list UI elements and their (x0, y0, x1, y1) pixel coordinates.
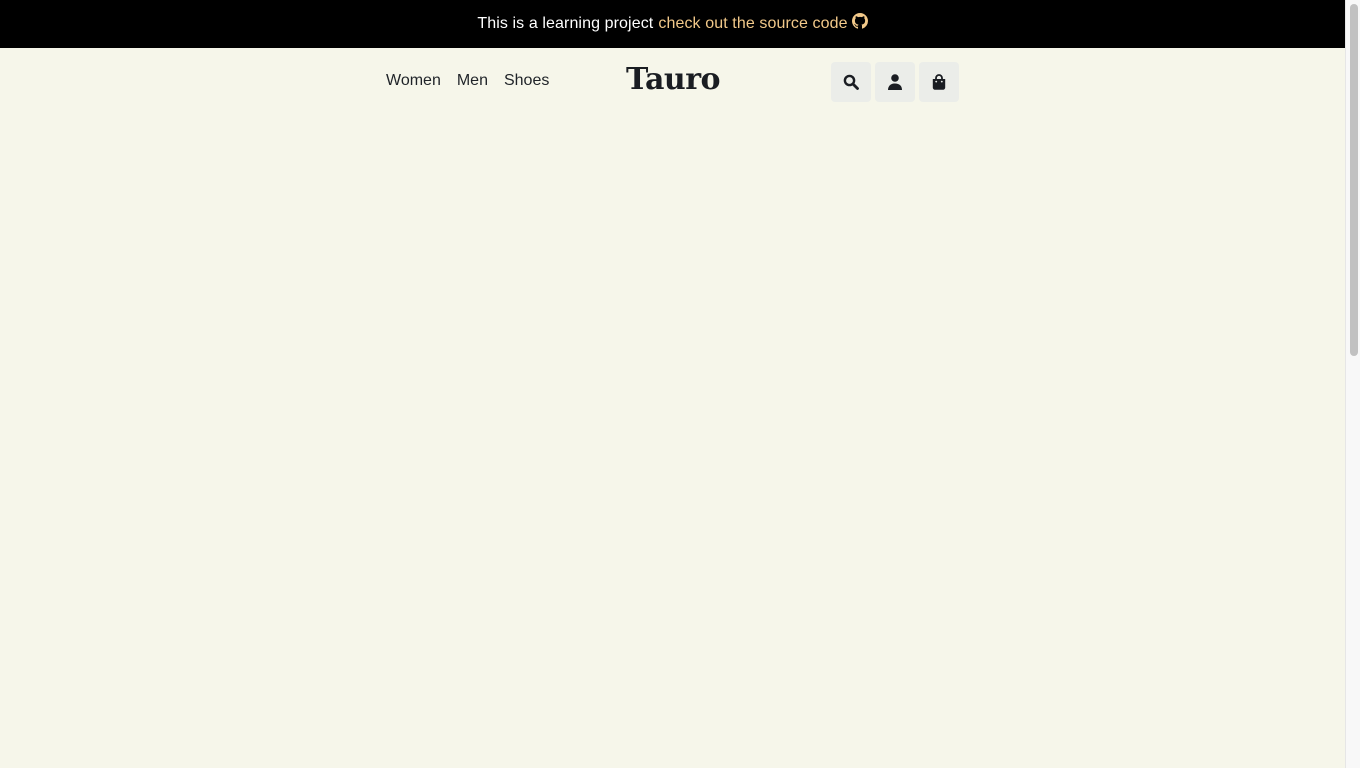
search-button[interactable] (831, 62, 871, 102)
announcement-bar: This is a learning project check out the… (0, 0, 1345, 48)
github-icon (851, 13, 868, 29)
vertical-scrollbar[interactable] (1345, 0, 1360, 768)
nav-item-shoes[interactable]: Shoes (504, 72, 549, 90)
source-code-link[interactable]: check out the source code (658, 13, 868, 33)
announcement-message: This is a learning project (477, 15, 654, 32)
main-nav: Women Men Shoes (386, 72, 549, 90)
scrollbar-thumb[interactable] (1350, 4, 1358, 356)
brand-logo[interactable]: Tauro (626, 62, 721, 97)
user-icon (888, 74, 902, 90)
cart-button[interactable] (919, 62, 959, 102)
shopping-bag-icon (932, 74, 946, 90)
nav-item-men[interactable]: Men (457, 72, 488, 90)
header-actions (831, 62, 959, 102)
page: This is a learning project check out the… (0, 0, 1345, 768)
source-code-link-label: check out the source code (658, 15, 848, 32)
search-icon (843, 74, 859, 90)
site-header: Women Men Shoes Tauro (0, 48, 1345, 116)
nav-item-women[interactable]: Women (386, 72, 441, 90)
account-button[interactable] (875, 62, 915, 102)
